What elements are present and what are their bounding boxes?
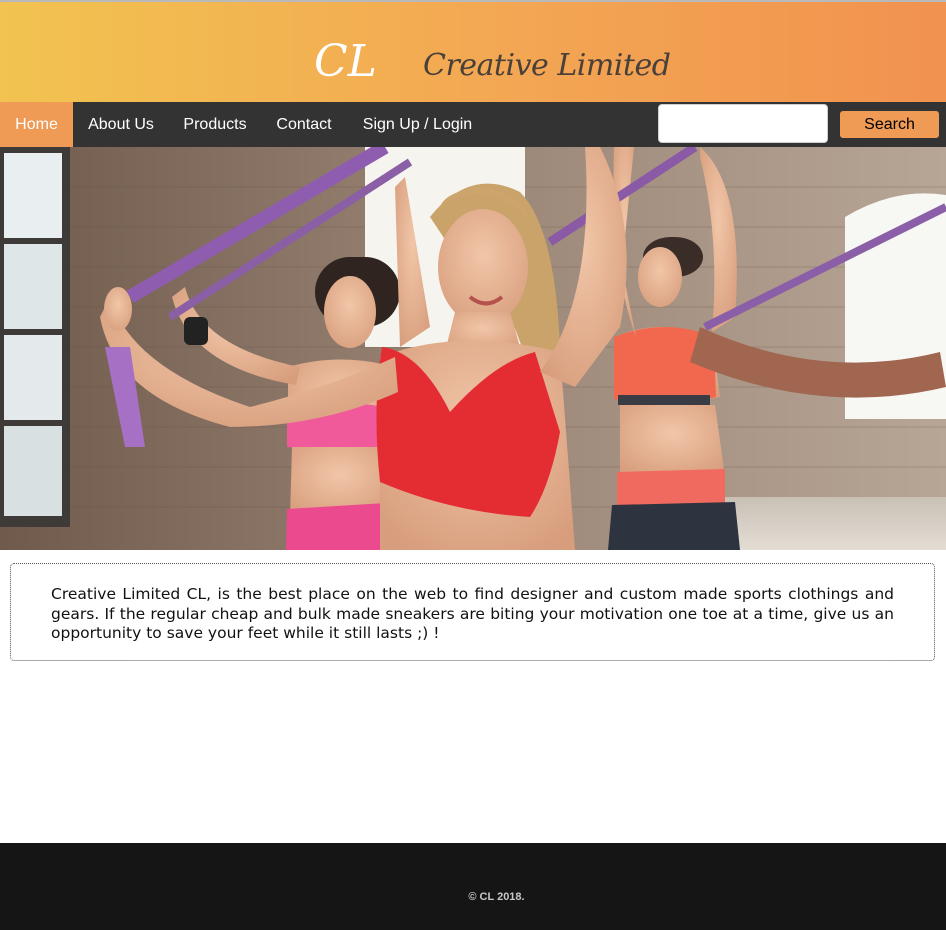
copyright-text: © CL 2018. — [468, 891, 525, 903]
logo-mark[interactable]: CL — [314, 36, 377, 88]
search-input[interactable] — [658, 104, 828, 143]
hero-image — [0, 147, 946, 550]
nav-signup-login[interactable]: Sign Up / Login — [347, 102, 488, 147]
site-header: CL Creative Limited — [0, 0, 946, 102]
hero-illustration — [0, 147, 946, 550]
nav-contact[interactable]: Contact — [261, 102, 347, 147]
nav-home[interactable]: Home — [0, 102, 73, 147]
intro-text: Creative Limited CL, is the best place o… — [51, 585, 894, 642]
nav-products[interactable]: Products — [169, 102, 261, 147]
search-button[interactable]: Search — [840, 111, 939, 138]
site-title: Creative Limited — [423, 48, 671, 83]
intro-box: Creative Limited CL, is the best place o… — [10, 563, 935, 661]
site-footer: © CL 2018. — [0, 843, 946, 930]
nav-about-us[interactable]: About Us — [73, 102, 169, 147]
